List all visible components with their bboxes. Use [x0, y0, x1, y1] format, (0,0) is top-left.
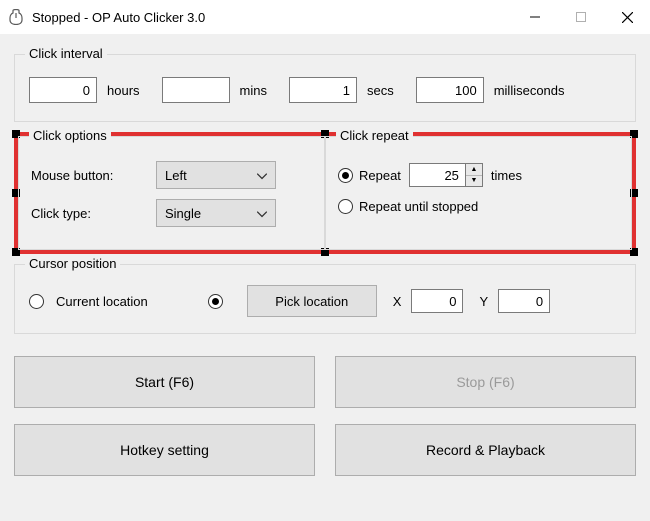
repeat-label: Repeat	[359, 168, 401, 183]
hotkey-button-label: Hotkey setting	[120, 442, 209, 458]
chevron-down-icon	[257, 168, 267, 183]
y-input[interactable]	[498, 289, 550, 313]
repeat-until-stopped-label: Repeat until stopped	[359, 199, 478, 214]
hotkey-setting-button[interactable]: Hotkey setting	[14, 424, 315, 476]
ms-label: milliseconds	[494, 83, 565, 98]
click-interval-group: Click interval hours mins secs milliseco…	[14, 54, 636, 122]
secs-input[interactable]	[289, 77, 357, 103]
client-area: Click interval hours mins secs milliseco…	[0, 34, 650, 521]
highlight-selection: Click options Mouse button: Left Click t…	[14, 132, 636, 254]
mouse-button-value: Left	[165, 168, 187, 183]
spinner-up-icon[interactable]: ▲	[466, 164, 482, 176]
click-type-combo[interactable]: Single	[156, 199, 276, 227]
mins-input[interactable]	[162, 77, 230, 103]
app-icon	[8, 9, 24, 25]
click-options-group: Click options Mouse button: Left Click t…	[18, 136, 325, 250]
title-bar: Stopped - OP Auto Clicker 3.0	[0, 0, 650, 34]
ms-input[interactable]	[416, 77, 484, 103]
pick-location-radio[interactable]	[208, 294, 223, 309]
current-location-radio[interactable]	[29, 294, 44, 309]
minimize-button[interactable]	[512, 0, 558, 34]
start-button[interactable]: Start (F6)	[14, 356, 315, 408]
x-input[interactable]	[411, 289, 463, 313]
mouse-button-label: Mouse button:	[31, 168, 146, 183]
repeat-count-spinner[interactable]: ▲ ▼	[409, 163, 483, 187]
secs-label: secs	[367, 83, 394, 98]
window-title: Stopped - OP Auto Clicker 3.0	[32, 10, 512, 25]
record-button-label: Record & Playback	[426, 442, 545, 458]
current-location-label: Current location	[56, 294, 148, 309]
mouse-button-combo[interactable]: Left	[156, 161, 276, 189]
repeat-radio[interactable]	[338, 168, 353, 183]
pick-location-button[interactable]: Pick location	[247, 285, 377, 317]
cursor-position-group: Cursor position Current location Pick lo…	[14, 264, 636, 334]
click-type-value: Single	[165, 206, 201, 221]
maximize-button[interactable]	[558, 0, 604, 34]
x-label: X	[393, 294, 402, 309]
hours-input[interactable]	[29, 77, 97, 103]
chevron-down-icon	[257, 206, 267, 221]
close-button[interactable]	[604, 0, 650, 34]
mins-label: mins	[240, 83, 267, 98]
spinner-down-icon[interactable]: ▼	[466, 176, 482, 187]
pick-location-button-label: Pick location	[275, 294, 348, 309]
click-interval-title: Click interval	[25, 46, 107, 61]
stop-button: Stop (F6)	[335, 356, 636, 408]
hours-label: hours	[107, 83, 140, 98]
cursor-position-title: Cursor position	[25, 256, 120, 271]
repeat-until-stopped-radio[interactable]	[338, 199, 353, 214]
record-playback-button[interactable]: Record & Playback	[335, 424, 636, 476]
repeat-count-input[interactable]	[409, 163, 465, 187]
y-label: Y	[479, 294, 488, 309]
click-type-label: Click type:	[31, 206, 146, 221]
click-options-title: Click options	[29, 128, 111, 143]
click-repeat-title: Click repeat	[336, 128, 413, 143]
times-label: times	[491, 168, 522, 183]
start-button-label: Start (F6)	[135, 374, 194, 390]
click-repeat-group: Click repeat Repeat ▲ ▼ times Repeat unt…	[325, 136, 632, 250]
stop-button-label: Stop (F6)	[456, 374, 514, 390]
